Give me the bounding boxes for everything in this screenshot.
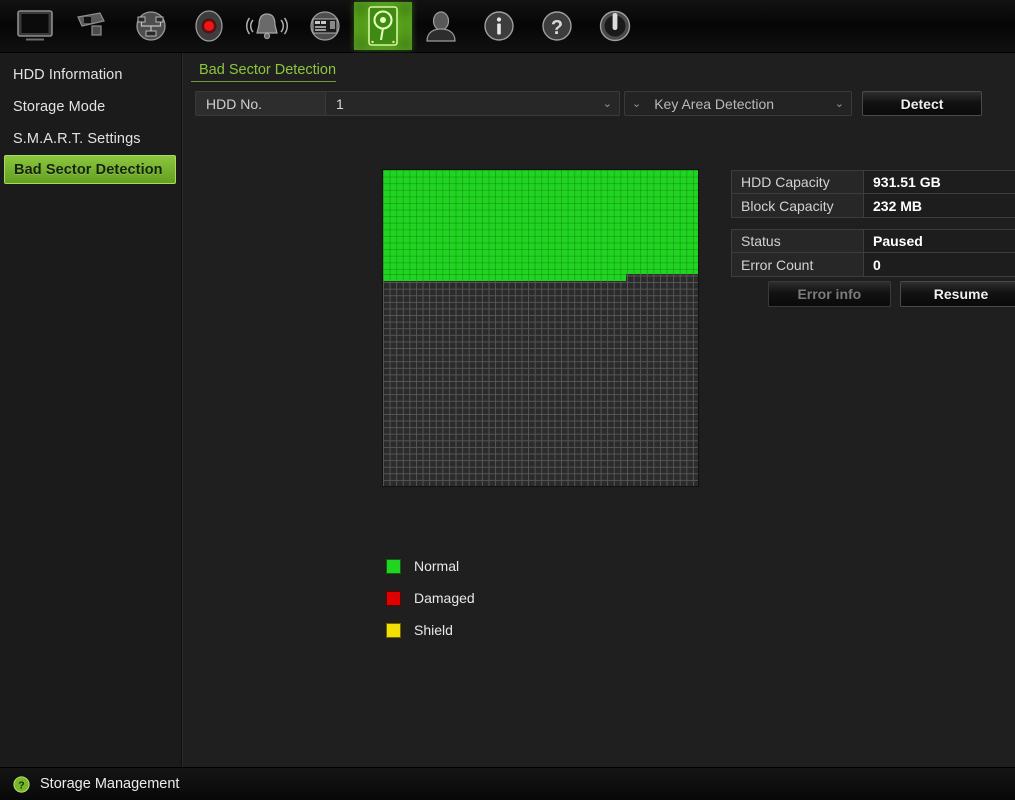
legend-label: Shield <box>414 622 453 638</box>
toolbar-item-system-info[interactable] <box>470 2 528 50</box>
bad-sector-detection-panel: Bad Sector Detection HDD No. 1 ⌄ ⌄ Key A… <box>182 53 1015 767</box>
info-icon <box>484 11 514 41</box>
svg-text:?: ? <box>18 779 24 791</box>
legend-item-damaged: Damaged <box>386 582 475 614</box>
sidebar-menu: HDD Information Storage Mode S.M.A.R.T. … <box>0 53 182 767</box>
legend-swatch-damaged <box>386 590 401 606</box>
toolbar-item-alarm[interactable] <box>238 2 296 50</box>
toolbar-item-device-settings[interactable] <box>296 2 354 50</box>
error-count-value: 0 <box>864 253 1015 276</box>
hdd-no-select[interactable]: HDD No. 1 ⌄ <box>195 91 620 116</box>
sidebar-item-label: Storage Mode <box>13 98 106 115</box>
legend-swatch-shield <box>386 622 401 638</box>
table-row: HDD Capacity 931.51 GB <box>731 170 1015 194</box>
toolbar-item-help[interactable]: ? <box>528 2 586 50</box>
detection-controls: HDD No. 1 ⌄ ⌄ Key Area Detection ⌄ Detec… <box>195 91 1005 116</box>
camera-icon <box>77 12 105 36</box>
legend-label: Damaged <box>414 590 475 606</box>
sidebar-item-hdd-information[interactable]: HDD Information <box>0 59 181 90</box>
detection-mode-select[interactable]: ⌄ Key Area Detection ⌄ <box>624 91 852 116</box>
sidebar-item-label: Bad Sector Detection <box>14 161 163 178</box>
help-circle-icon[interactable]: ? <box>13 775 30 793</box>
detection-mode-value: Key Area Detection <box>654 95 775 112</box>
svg-text:?: ? <box>551 17 563 39</box>
table-row: Block Capacity 232 MB <box>731 194 1015 218</box>
sector-map-partial-row <box>383 274 626 281</box>
record-icon <box>195 10 223 42</box>
sidebar-item-label: S.M.A.R.T. Settings <box>13 130 141 147</box>
user-icon <box>426 11 456 42</box>
network-icon <box>136 11 166 41</box>
chevron-down-icon: ⌄ <box>834 98 844 110</box>
status-bar: ? Storage Management <box>0 767 1015 800</box>
sector-map[interactable] <box>382 169 699 487</box>
toolbar-item-camera[interactable] <box>64 2 122 50</box>
detect-button[interactable]: Detect <box>862 91 982 116</box>
legend-item-shield: Shield <box>386 614 475 646</box>
device-icon <box>310 11 340 41</box>
monitor-icon <box>17 10 53 41</box>
chevron-down-icon: ⌄ <box>602 98 612 110</box>
legend-label: Normal <box>414 558 460 574</box>
toolbar-item-shutdown[interactable] <box>586 2 644 50</box>
error-count-label: Error Count <box>732 253 864 276</box>
detection-actions: Error info Resume Cancel <box>768 281 1015 307</box>
status-table: Status Paused Error Count 0 <box>731 229 1015 277</box>
legend-swatch-normal <box>386 558 401 574</box>
sidebar-item-smart-settings[interactable]: S.M.A.R.T. Settings <box>0 123 181 154</box>
table-row: Error Count 0 <box>731 253 1015 277</box>
hdd-no-value: 1 <box>336 95 344 112</box>
toolbar-item-playback-monitor[interactable] <box>6 2 64 50</box>
block-capacity-label: Block Capacity <box>732 194 864 217</box>
sector-map-complete <box>383 170 698 275</box>
status-bar-label: Storage Management <box>40 776 180 792</box>
help-icon: ? <box>542 11 572 41</box>
hdd-capacity-label: HDD Capacity <box>732 171 864 193</box>
hdd-no-label: HDD No. <box>196 92 326 115</box>
sidebar-item-label: HDD Information <box>13 66 123 83</box>
toolbar-item-record[interactable] <box>180 2 238 50</box>
hdd-capacity-value: 931.51 GB <box>864 171 1015 193</box>
toolbar-item-user-management[interactable] <box>412 2 470 50</box>
sector-legend: Normal Damaged Shield <box>386 550 475 646</box>
legend-item-normal: Normal <box>386 550 475 582</box>
content-area: HDD Information Storage Mode S.M.A.R.T. … <box>0 53 1015 767</box>
main-toolbar: ? <box>0 0 1015 53</box>
power-icon <box>599 10 631 42</box>
resume-button[interactable]: Resume <box>899 281 1015 307</box>
sidebar-item-storage-mode[interactable]: Storage Mode <box>0 91 181 122</box>
table-row: Status Paused <box>731 229 1015 253</box>
status-label: Status <box>732 230 864 252</box>
error-info-button[interactable]: Error info <box>768 281 891 307</box>
block-capacity-value: 232 MB <box>864 194 1015 217</box>
chevron-left-icon: ⌄ <box>632 98 642 110</box>
hdd-icon <box>368 6 398 46</box>
storage-management-window: ? HDD Information Storage Mode S.M.A.R.T… <box>0 0 1015 800</box>
toolbar-item-network[interactable] <box>122 2 180 50</box>
toolbar-item-storage[interactable] <box>354 2 412 50</box>
capacity-table: HDD Capacity 931.51 GB Block Capacity 23… <box>731 170 1015 218</box>
page-title: Bad Sector Detection <box>191 57 337 82</box>
alarm-bell-icon <box>246 13 288 40</box>
sidebar-item-bad-sector-detection[interactable]: Bad Sector Detection <box>4 155 176 184</box>
status-value: Paused <box>864 230 1015 252</box>
